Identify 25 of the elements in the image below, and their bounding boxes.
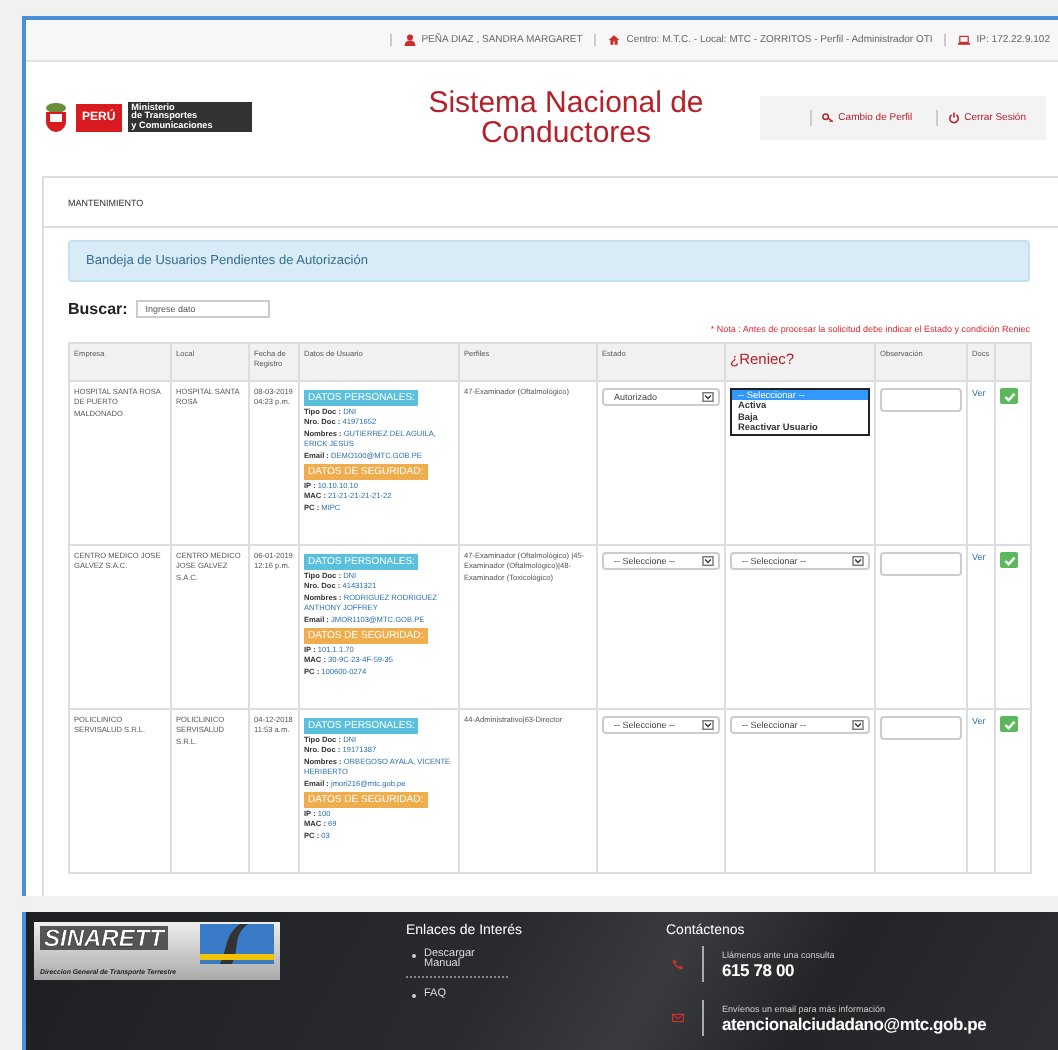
approve-button[interactable] (1000, 388, 1018, 404)
mail-icon (672, 1012, 684, 1024)
observation-field[interactable] (880, 716, 962, 740)
contact-value: 615 78 00 (722, 959, 797, 979)
phone-icon (672, 958, 684, 970)
approve-button[interactable] (1000, 716, 1018, 732)
contact-value: atencionalciudadano@mtc.gob.pe (722, 1013, 987, 1033)
key-icon (822, 111, 835, 123)
caret-icon (852, 556, 864, 566)
coat-of-arms-icon (42, 101, 70, 133)
observation-field[interactable] (880, 388, 962, 412)
approve-button[interactable] (1000, 552, 1018, 568)
caret-icon (702, 720, 714, 730)
caret-icon (852, 720, 864, 730)
laptop-icon (958, 34, 971, 46)
user-icon (403, 34, 416, 46)
road-icon (200, 924, 274, 964)
home-icon (608, 34, 621, 46)
power-icon (948, 111, 961, 123)
logo-name: SINARETT (40, 926, 168, 950)
observation-field[interactable] (880, 552, 962, 576)
caret-icon (702, 556, 714, 566)
caret-icon (702, 392, 714, 402)
search-label: Buscar: (68, 300, 128, 318)
app-title: Sistema Nacional de Conductores (426, 87, 706, 147)
